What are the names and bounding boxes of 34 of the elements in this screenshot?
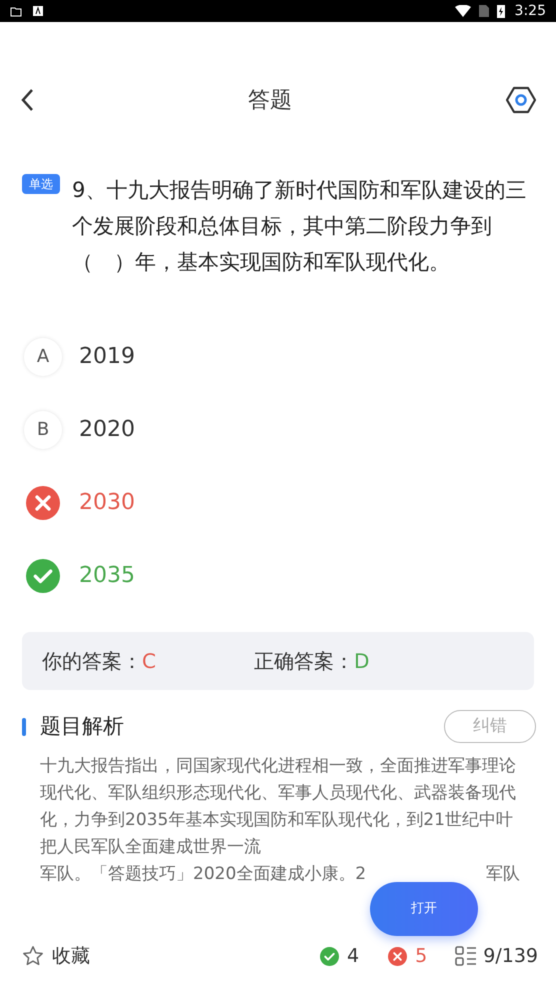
your-answer-label: 你的答案： [42, 648, 142, 675]
option-text[interactable]: 2019 [79, 340, 135, 373]
wifi-icon [454, 5, 471, 17]
open-button[interactable]: 打开 [370, 882, 478, 936]
question-text: 9、十九大报告明确了新时代国防和军队建设的三个发展阶段和总体目标，其中第二阶段力争到（ ）年，基本实现国防和军队现代化。 [72, 177, 528, 276]
option-letter[interactable]: A [24, 338, 62, 376]
favorite-label[interactable]: 收藏 [52, 942, 90, 970]
analysis-text: 军队。「答题技巧」2020全面建成小康。2 [40, 863, 366, 886]
progress-count: 9/139 [483, 944, 538, 969]
list-icon[interactable] [455, 945, 478, 967]
no-sim-icon [478, 5, 489, 17]
settings-icon[interactable] [506, 86, 536, 114]
correct-answer-value: D [354, 648, 370, 675]
option-text[interactable]: 2030 [79, 486, 135, 519]
option-text[interactable]: 2020 [79, 413, 135, 446]
question-type-tag: 单选 [22, 174, 60, 194]
check-icon [320, 946, 340, 966]
battery-icon [496, 4, 505, 18]
analysis-text: 军队 [486, 863, 520, 886]
star-icon[interactable] [22, 945, 44, 967]
app-icon [32, 5, 44, 17]
wrong-icon [388, 946, 408, 966]
section-marker [22, 718, 26, 736]
your-answer-value: C [142, 648, 157, 675]
correct-count: 4 [347, 944, 360, 969]
option-letter[interactable]: B [24, 410, 62, 448]
wrong-count: 5 [415, 944, 428, 969]
page-title: 答题 [248, 86, 292, 114]
correct-answer-label: 正确答案： [254, 648, 354, 675]
status-time: 3:25 [514, 2, 546, 20]
folder-icon [10, 5, 22, 17]
section-title: 题目解析 [40, 712, 124, 740]
analysis-text: 十九大报告指出，同国家现代化进程相一致，全面推进军事理论现代化、军队组织形态现代化、军事人员现代化、武器装备现代化，力争到2035年基本实现国防和军队现代化，到21世纪中叶把人民军队全面建成世界一流 [40, 755, 517, 859]
back-icon[interactable] [20, 87, 34, 113]
